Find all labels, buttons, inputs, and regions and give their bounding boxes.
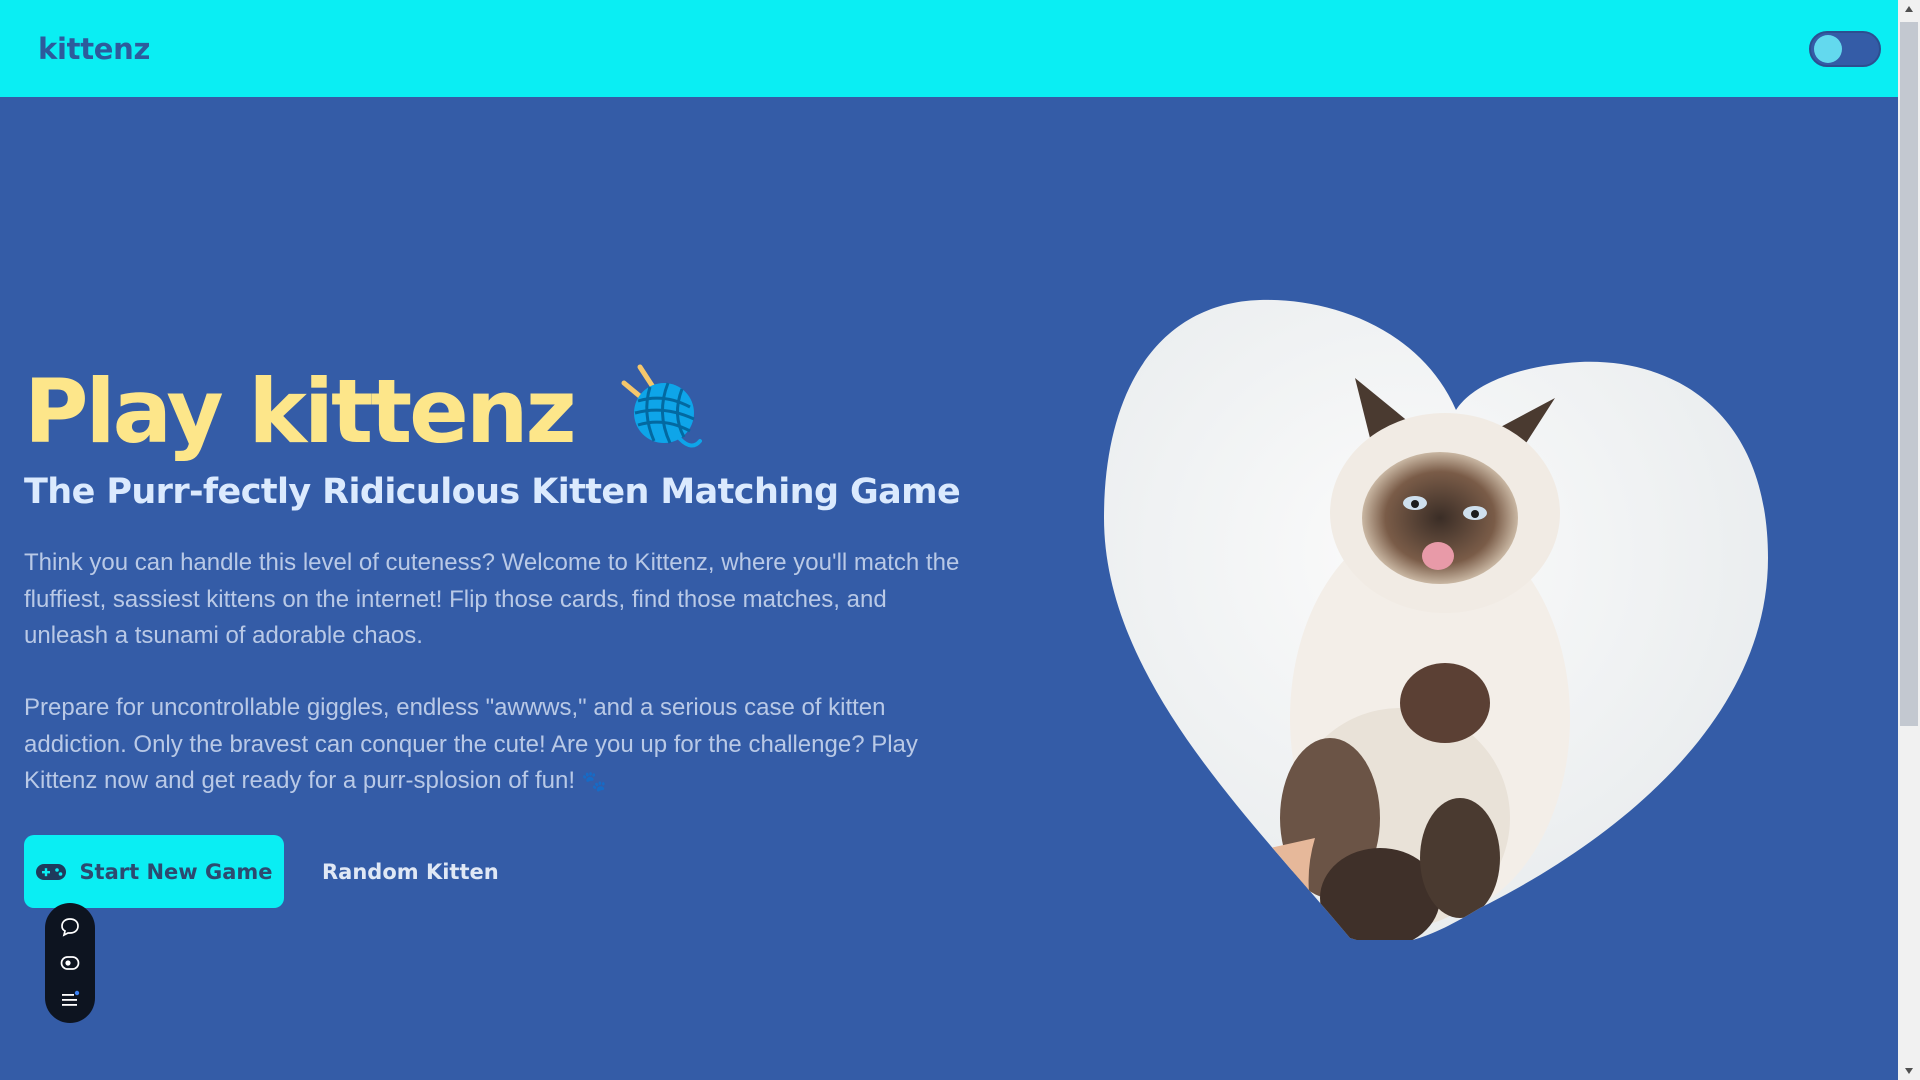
scroll-up-arrow-icon[interactable] [1898, 0, 1920, 18]
toggle-knob [1814, 34, 1842, 63]
random-kitten-button[interactable]: Random Kitten [322, 860, 499, 884]
scroll-down-arrow-icon[interactable] [1898, 1062, 1920, 1080]
start-new-game-button[interactable]: Start New Game [24, 835, 284, 908]
chat-bubble-icon[interactable] [58, 915, 82, 939]
page-title: Play kittenz [24, 360, 577, 463]
eye-icon[interactable] [58, 951, 82, 975]
yarn-ball-icon [621, 364, 702, 448]
kitten-heart-photo [1100, 298, 1770, 944]
floating-toolbar [45, 903, 95, 1023]
hero-heading-row: Play kittenz [24, 358, 702, 466]
scrollbar-thumb[interactable] [1900, 22, 1918, 726]
page-scrollbar[interactable] [1898, 0, 1920, 1080]
hero-subtitle: The Purr-fectly Ridiculous Kitten Matchi… [24, 472, 961, 512]
theme-toggle-switch[interactable] [1809, 30, 1881, 67]
menu-icon[interactable] [58, 987, 82, 1011]
paw-prints-icon: 🐾 [581, 771, 607, 793]
intro-paragraph: Think you can handle this level of cuten… [24, 549, 960, 649]
gamepad-icon [36, 863, 67, 880]
pitch-paragraph: Prepare for uncontrollable giggles, endl… [24, 690, 964, 801]
start-new-game-label: Start New Game [79, 859, 273, 884]
top-navbar: kittenz [0, 0, 1898, 97]
pitch-text: Prepare for uncontrollable giggles, endl… [24, 694, 918, 794]
brand-logo-text[interactable]: kittenz [38, 32, 150, 66]
